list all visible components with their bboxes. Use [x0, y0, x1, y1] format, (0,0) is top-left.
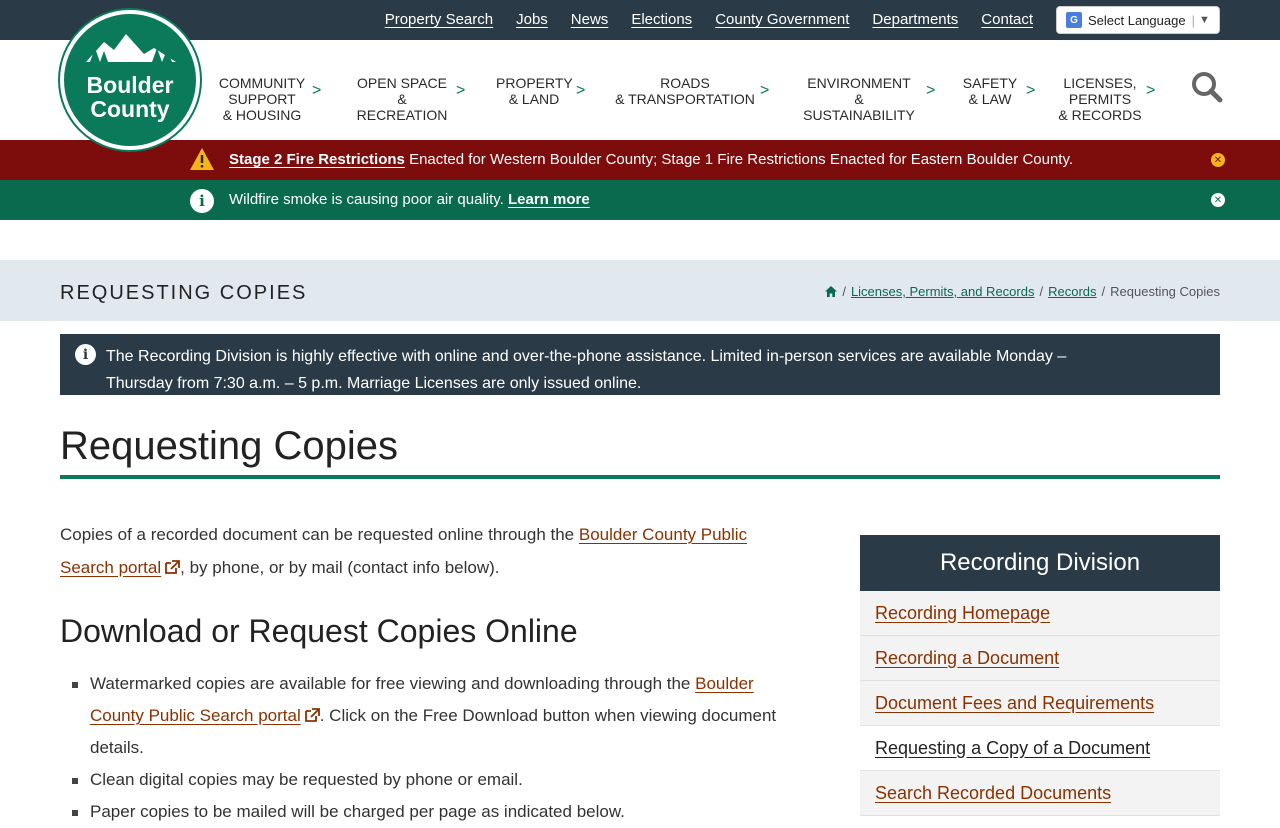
chevron-right-icon: > — [576, 82, 586, 99]
elections-link[interactable]: Elections — [631, 11, 692, 28]
fire-restrictions-link[interactable]: Stage 2 Fire Restrictions — [229, 151, 405, 168]
intro-paragraph: Copies of a recorded document can be req… — [60, 525, 748, 577]
close-icon[interactable]: ✕ — [1211, 153, 1225, 167]
chevron-right-icon: > — [760, 82, 770, 99]
contact-link[interactable]: Contact — [981, 11, 1033, 28]
nav-roads-transportation[interactable]: ROADS & TRANSPORTATION — [614, 75, 756, 107]
chevron-right-icon: > — [456, 82, 466, 99]
recording-division-sidebar: Recording Division Recording Homepage Re… — [860, 535, 1220, 816]
warning-icon — [190, 148, 214, 170]
sidebar-item-document-fees: Document Fees and Requirements — [860, 681, 1220, 726]
utility-links: Property Search Jobs News Elections Coun… — [385, 11, 1033, 28]
logo-text-line2: County — [90, 96, 170, 122]
recording-division-notice: i The Recording Division is highly effec… — [60, 334, 1220, 395]
chevron-right-icon: > — [1026, 82, 1036, 99]
nav-safety-law[interactable]: SAFETY & LAW — [961, 75, 1019, 107]
info-icon: i — [190, 189, 214, 213]
banner-title: REQUESTING COPIES — [60, 282, 308, 304]
language-select-label: Select Language — [1088, 12, 1186, 28]
breadcrumb-licenses-permits-records[interactable]: Licenses, Permits, and Records — [851, 284, 1035, 299]
learn-more-link[interactable]: Learn more — [508, 191, 590, 208]
nav-open-space-recreation[interactable]: OPEN SPACE & RECREATION — [351, 75, 453, 123]
chevron-right-icon: > — [1146, 82, 1156, 99]
smoke-alert-text: Wildfire smoke is causing poor air quali… — [229, 191, 590, 208]
sidebar-item-search-recorded-documents: Search Recorded Documents — [860, 771, 1220, 816]
breadcrumb-current: Requesting Copies — [1110, 284, 1220, 299]
list-item: Paper copies to be mailed will be charge… — [60, 796, 810, 828]
section-heading: Download or Request Copies Online — [60, 613, 578, 649]
nav-community-support-housing[interactable]: COMMUNITY SUPPORT & HOUSING — [217, 75, 307, 123]
search-icon[interactable] — [1190, 70, 1224, 104]
breadcrumb-records[interactable]: Records — [1048, 284, 1096, 299]
external-link-icon — [304, 708, 320, 722]
list-item: Watermarked copies are available for fre… — [60, 668, 810, 764]
sidebar-item-recording-a-document: Recording a Document — [860, 636, 1220, 681]
page-title: Requesting Copies — [60, 424, 398, 468]
news-link[interactable]: News — [571, 11, 609, 28]
home-icon[interactable] — [825, 286, 838, 297]
sidebar-item-requesting-copy: Requesting a Copy of a Document — [860, 726, 1220, 771]
list-item: Clean digital copies may be requested by… — [60, 764, 810, 796]
copies-list: Watermarked copies are available for fre… — [60, 668, 810, 828]
title-divider — [60, 475, 1220, 479]
notice-text: The Recording Division is highly effecti… — [106, 348, 1067, 392]
property-search-link[interactable]: Property Search — [385, 11, 493, 28]
nav-property-land[interactable]: PROPERTY & LAND — [496, 75, 573, 107]
sidebar-item-recording-homepage: Recording Homepage — [860, 591, 1220, 636]
sidebar-title: Recording Division — [860, 535, 1220, 591]
page-title-band: REQUESTING COPIES / Licenses, Permits, a… — [0, 260, 1280, 321]
info-icon: i — [75, 344, 96, 365]
smoke-alert: i Wildfire smoke is causing poor air qua… — [0, 180, 1280, 220]
dropdown-arrow-icon: ▼ — [1198, 14, 1210, 26]
language-select[interactable]: G Select Language | ▼ — [1056, 6, 1220, 34]
nav-environment-sustainability[interactable]: ENVIRONMENT & SUSTAINABILITY — [797, 75, 921, 123]
fire-restrictions-alert: Stage 2 Fire Restrictions Enacted for We… — [0, 140, 1280, 180]
nav-licenses-permits-records[interactable]: LICENSES, PERMITS & RECORDS — [1058, 75, 1142, 123]
boulder-county-logo[interactable]: Boulder County — [60, 10, 200, 150]
county-government-link[interactable]: County Government — [715, 11, 849, 28]
logo-text-line1: Boulder — [86, 72, 174, 98]
departments-link[interactable]: Departments — [872, 11, 958, 28]
external-link-icon — [165, 560, 181, 574]
translate-icon: G — [1066, 12, 1082, 28]
breadcrumb: / Licenses, Permits, and Records / Recor… — [825, 284, 1220, 299]
fire-alert-text: Stage 2 Fire Restrictions Enacted for We… — [229, 151, 1074, 168]
jobs-link[interactable]: Jobs — [516, 11, 548, 28]
chevron-right-icon: > — [312, 82, 322, 99]
chevron-right-icon: > — [926, 82, 936, 99]
close-icon[interactable]: ✕ — [1211, 193, 1225, 207]
